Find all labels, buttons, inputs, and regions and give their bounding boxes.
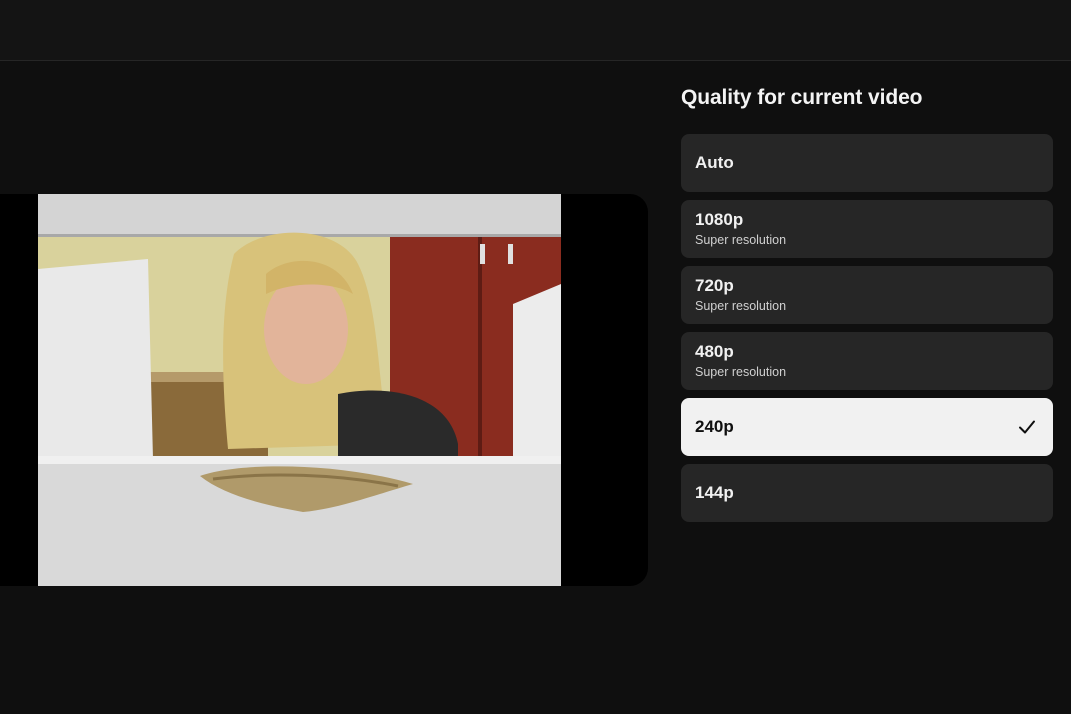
quality-option-720p[interactable]: 720p Super resolution (681, 266, 1053, 324)
video-thumbnail-image (38, 194, 561, 586)
checkmark-icon (1019, 420, 1035, 434)
quality-option-auto[interactable]: Auto (681, 134, 1053, 192)
option-label: 1080p (695, 210, 744, 229)
video-player[interactable] (0, 194, 648, 586)
option-sublabel: Super resolution (695, 299, 787, 313)
option-sublabel: Super resolution (695, 233, 787, 247)
option-label: 240p (695, 417, 734, 436)
panel-title: Quality for current video (681, 86, 923, 109)
top-bar (0, 0, 1071, 61)
quality-option-480p[interactable]: 480p Super resolution (681, 332, 1053, 390)
option-label: Auto (695, 153, 734, 172)
video-frame[interactable] (38, 194, 561, 586)
option-label: 720p (695, 276, 734, 295)
option-label: 480p (695, 342, 734, 361)
quality-options-list: Auto 1080p Super resolution 720p Super r… (681, 134, 1053, 522)
option-label: 144p (695, 483, 734, 502)
quality-option-240p[interactable]: 240p (681, 398, 1053, 456)
option-sublabel: Super resolution (695, 365, 787, 379)
quality-option-1080p[interactable]: 1080p Super resolution (681, 200, 1053, 258)
quality-option-144p[interactable]: 144p (681, 464, 1053, 522)
quality-panel: Quality for current video Auto 1080p Sup… (681, 82, 1053, 530)
